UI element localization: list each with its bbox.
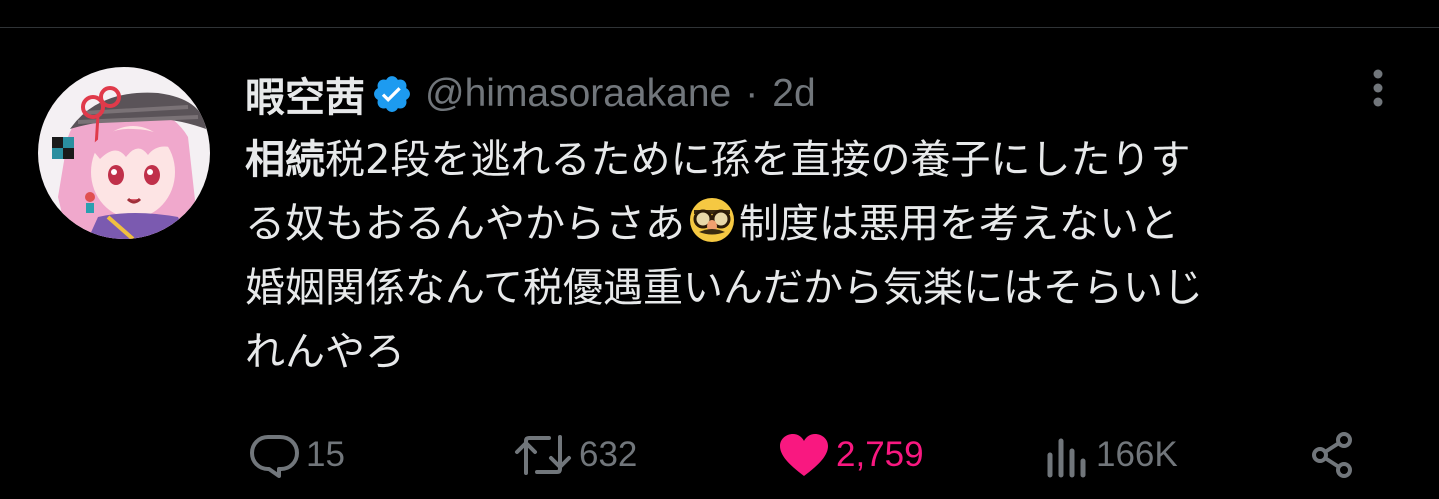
tweet-text-segment: る奴もおるんやからさあ [245, 201, 685, 247]
reply-count: 15 [306, 435, 345, 474]
tweet-text-line-2: る奴もおるんやからさあ 制度は悪用を考えないと [245, 192, 1395, 256]
tweet-text: 相続税2段を逃れるために孫を直接の養子にしたりす る奴もおるんやからさあ 制度は… [245, 128, 1395, 384]
tweet-text-bold: 相続 [245, 137, 325, 183]
separator-dot: · [745, 72, 759, 115]
action-bar: 15 632 2,759 166K [0, 425, 1439, 485]
tweet-text-segment: 税2段を逃れるために孫を直接の養子にしたりす [325, 137, 1191, 183]
views-count: 166K [1096, 435, 1178, 474]
display-name[interactable]: 暇空茜 [245, 65, 365, 123]
tweet-header: 暇空茜 @himasoraakane · 2d [245, 64, 816, 124]
tweet-text-line-4: れんやろ [245, 329, 405, 375]
reply-icon [248, 431, 300, 479]
handle[interactable]: @himasoraakane [425, 72, 731, 116]
avatar[interactable] [38, 67, 210, 239]
tweet-text-line-3: 婚姻関係なんて税優遇重いんだから気楽にはそらいじ [245, 265, 1203, 311]
like-count: 2,759 [836, 435, 924, 474]
retweet-icon [513, 431, 573, 479]
reply-button[interactable]: 15 [248, 425, 345, 485]
verified-badge-icon [371, 73, 413, 115]
tweet-text-line-1: 相続税2段を逃れるために孫を直接の養子にしたりす [245, 128, 1395, 192]
tweet-text-segment: 制度は悪用を考えないと [739, 201, 1179, 247]
heart-icon [778, 432, 830, 478]
more-vertical-icon[interactable] [1358, 66, 1398, 110]
retweet-count: 632 [579, 435, 638, 474]
views-button[interactable]: 166K [1044, 425, 1178, 485]
like-button[interactable]: 2,759 [778, 425, 924, 485]
views-icon [1044, 431, 1090, 479]
retweet-button[interactable]: 632 [513, 425, 637, 485]
share-button[interactable] [1308, 425, 1358, 485]
timestamp[interactable]: 2d [772, 72, 815, 116]
disguised-face-emoji [687, 195, 737, 245]
share-icon [1308, 430, 1358, 480]
tweet[interactable]: 暇空茜 @himasoraakane · 2d 相続税2段を逃れるために孫を直接… [0, 0, 1439, 499]
